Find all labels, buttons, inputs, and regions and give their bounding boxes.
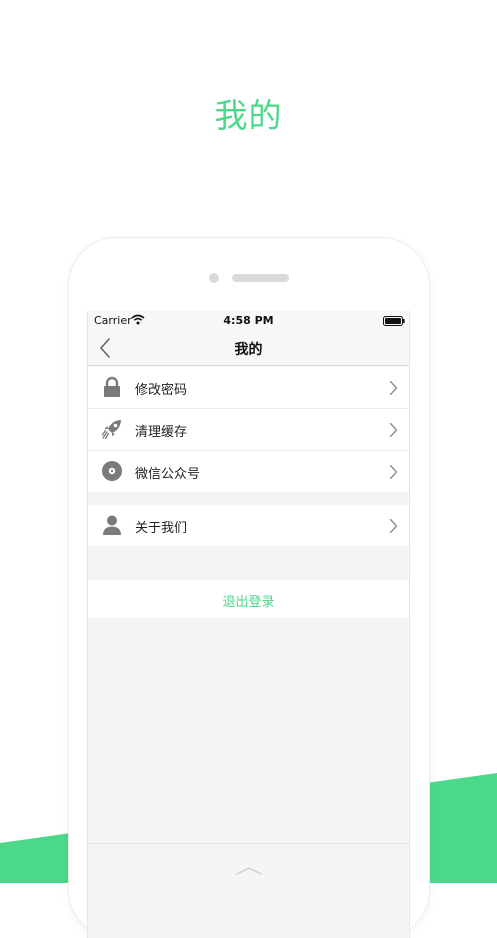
navigation-bar: 我的 xyxy=(88,331,409,366)
chevron-right-icon xyxy=(389,464,398,480)
bottom-area xyxy=(88,843,409,938)
phone-screen: Carrier 4:58 PM 我的 修改密码 清理缓存 微信公众号 关于我们 … xyxy=(87,311,410,938)
chevron-up-icon[interactable] xyxy=(236,866,262,876)
menu-item-about-us[interactable]: 关于我们 xyxy=(88,505,409,546)
menu-item-label: 关于我们 xyxy=(135,521,188,536)
chevron-right-icon xyxy=(389,518,398,534)
menu-item-change-password[interactable]: 修改密码 xyxy=(88,367,409,409)
promo-title: 我的 xyxy=(214,96,283,135)
settings-group-about: 关于我们 xyxy=(88,505,409,546)
menu-item-label: 微信公众号 xyxy=(135,467,201,482)
chevron-right-icon xyxy=(389,380,398,396)
status-bar: Carrier 4:58 PM xyxy=(88,311,409,331)
phone-frame: Carrier 4:58 PM 我的 修改密码 清理缓存 微信公众号 关于我们 … xyxy=(69,238,429,938)
nav-title: 我的 xyxy=(234,342,263,358)
menu-item-wechat-official-account[interactable]: 微信公众号 xyxy=(88,451,409,492)
menu-item-label: 清理缓存 xyxy=(135,425,188,440)
speaker-slot xyxy=(232,274,289,282)
logout-button[interactable]: 退出登录 xyxy=(88,580,409,618)
menu-item-label: 修改密码 xyxy=(135,383,188,398)
settings-group-main: 修改密码 清理缓存 微信公众号 xyxy=(88,367,409,492)
battery-icon xyxy=(383,316,405,326)
person-icon xyxy=(103,515,121,535)
status-time: 4:58 PM xyxy=(223,314,274,327)
lock-icon xyxy=(104,376,120,397)
chevron-right-icon xyxy=(389,422,398,438)
rocket-icon xyxy=(101,420,121,440)
menu-item-clear-cache[interactable]: 清理缓存 xyxy=(88,409,409,451)
logout-label: 退出登录 xyxy=(222,595,275,610)
camera-dot xyxy=(209,273,219,283)
disc-icon xyxy=(102,461,122,481)
